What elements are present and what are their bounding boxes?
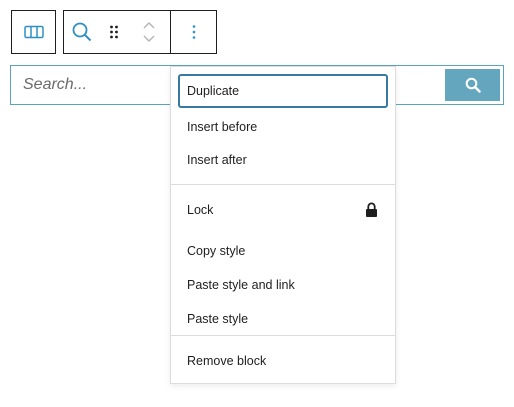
menu-item-remove-block[interactable]: Remove block: [178, 344, 388, 378]
move-buttons[interactable]: [128, 11, 170, 53]
block-icon-button[interactable]: [64, 11, 100, 53]
options-button[interactable]: [171, 11, 216, 53]
search-icon: [72, 22, 92, 42]
menu-item-label: Insert before: [187, 120, 258, 134]
menu-item-insert-after[interactable]: Insert after: [178, 143, 388, 177]
menu-item-label: Insert after: [187, 153, 247, 167]
menu-item-label: Copy style: [187, 244, 246, 258]
menu-item-insert-before[interactable]: Insert before: [178, 110, 388, 144]
menu-divider: [171, 184, 395, 185]
menu-item-label: Paste style and link: [187, 278, 295, 292]
menu-divider: [171, 335, 395, 336]
menu-item-label: Paste style: [187, 312, 249, 326]
menu-item-label: Lock: [187, 203, 214, 217]
menu-item-label: Remove block: [187, 354, 267, 368]
block-toolbar: [63, 10, 217, 54]
block-type-button[interactable]: [12, 11, 55, 53]
drag-handle[interactable]: [100, 11, 128, 53]
menu-item-paste-style-and-link[interactable]: Paste style and link: [178, 268, 388, 302]
menu-item-duplicate[interactable]: Duplicate: [178, 74, 388, 108]
block-switcher-group: [11, 10, 56, 54]
menu-item-copy-style[interactable]: Copy style: [178, 234, 388, 268]
lock-icon: [366, 202, 377, 217]
menu-item-label: Duplicate: [187, 84, 240, 98]
block-options-menu: Duplicate Insert before Insert after Loc…: [170, 66, 396, 384]
search-icon: [465, 77, 481, 93]
menu-item-lock[interactable]: Lock: [178, 193, 388, 227]
chevron-up-down-icon: [143, 22, 155, 42]
columns-icon: [23, 25, 44, 39]
more-vertical-icon: [192, 25, 195, 39]
menu-item-paste-style[interactable]: Paste style: [178, 302, 388, 336]
search-button[interactable]: [445, 69, 500, 101]
drag-handle-icon: [110, 25, 118, 39]
